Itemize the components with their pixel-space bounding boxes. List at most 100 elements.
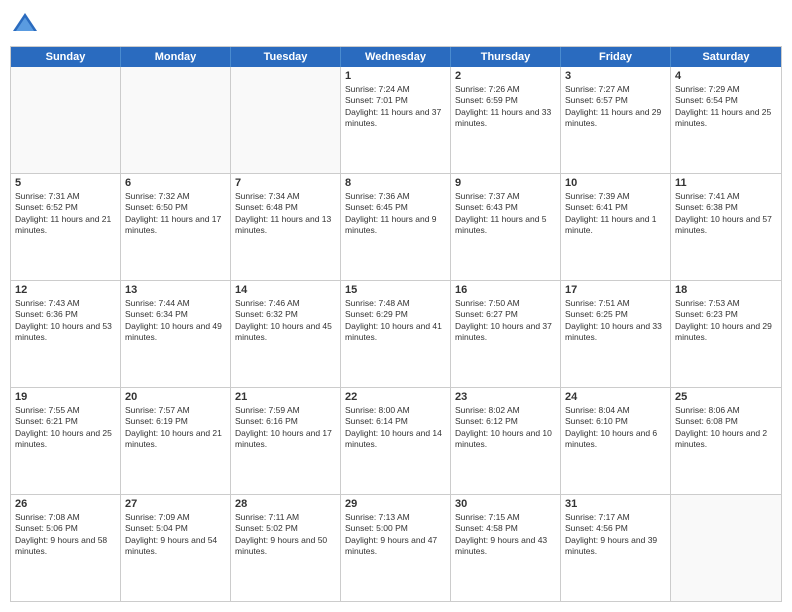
day-number: 29 bbox=[345, 498, 446, 510]
calendar-row-3: 12 Sunrise: 7:43 AM Sunset: 6:36 PM Dayli… bbox=[11, 281, 781, 388]
cal-cell: 1 Sunrise: 7:24 AM Sunset: 7:01 PM Daylig… bbox=[341, 67, 451, 173]
cell-info: Sunrise: 7:13 AM Sunset: 5:00 PM Dayligh… bbox=[345, 512, 446, 558]
cal-cell: 16 Sunrise: 7:50 AM Sunset: 6:27 PM Dayli… bbox=[451, 281, 561, 387]
logo-icon bbox=[10, 10, 40, 40]
cell-info: Sunrise: 7:29 AM Sunset: 6:54 PM Dayligh… bbox=[675, 84, 777, 130]
cal-cell: 5 Sunrise: 7:31 AM Sunset: 6:52 PM Daylig… bbox=[11, 174, 121, 280]
day-number: 2 bbox=[455, 70, 556, 82]
cell-info: Sunrise: 7:17 AM Sunset: 4:56 PM Dayligh… bbox=[565, 512, 666, 558]
day-number: 14 bbox=[235, 284, 336, 296]
cal-cell bbox=[231, 67, 341, 173]
cell-info: Sunrise: 7:53 AM Sunset: 6:23 PM Dayligh… bbox=[675, 298, 777, 344]
day-number: 30 bbox=[455, 498, 556, 510]
cell-info: Sunrise: 7:57 AM Sunset: 6:19 PM Dayligh… bbox=[125, 405, 226, 451]
day-number: 25 bbox=[675, 391, 777, 403]
cal-cell: 8 Sunrise: 7:36 AM Sunset: 6:45 PM Daylig… bbox=[341, 174, 451, 280]
cell-info: Sunrise: 7:24 AM Sunset: 7:01 PM Dayligh… bbox=[345, 84, 446, 130]
cell-info: Sunrise: 7:39 AM Sunset: 6:41 PM Dayligh… bbox=[565, 191, 666, 237]
cell-info: Sunrise: 7:46 AM Sunset: 6:32 PM Dayligh… bbox=[235, 298, 336, 344]
cell-info: Sunrise: 7:34 AM Sunset: 6:48 PM Dayligh… bbox=[235, 191, 336, 237]
header-day-monday: Monday bbox=[121, 47, 231, 67]
cell-info: Sunrise: 8:02 AM Sunset: 6:12 PM Dayligh… bbox=[455, 405, 556, 451]
cell-info: Sunrise: 7:31 AM Sunset: 6:52 PM Dayligh… bbox=[15, 191, 116, 237]
day-number: 6 bbox=[125, 177, 226, 189]
cell-info: Sunrise: 7:09 AM Sunset: 5:04 PM Dayligh… bbox=[125, 512, 226, 558]
cell-info: Sunrise: 7:55 AM Sunset: 6:21 PM Dayligh… bbox=[15, 405, 116, 451]
cal-cell: 17 Sunrise: 7:51 AM Sunset: 6:25 PM Dayli… bbox=[561, 281, 671, 387]
cell-info: Sunrise: 7:44 AM Sunset: 6:34 PM Dayligh… bbox=[125, 298, 226, 344]
cell-info: Sunrise: 7:26 AM Sunset: 6:59 PM Dayligh… bbox=[455, 84, 556, 130]
day-number: 24 bbox=[565, 391, 666, 403]
logo bbox=[10, 10, 44, 40]
cal-cell: 27 Sunrise: 7:09 AM Sunset: 5:04 PM Dayli… bbox=[121, 495, 231, 601]
cell-info: Sunrise: 7:43 AM Sunset: 6:36 PM Dayligh… bbox=[15, 298, 116, 344]
day-number: 12 bbox=[15, 284, 116, 296]
calendar-row-4: 19 Sunrise: 7:55 AM Sunset: 6:21 PM Dayli… bbox=[11, 388, 781, 495]
cal-cell: 11 Sunrise: 7:41 AM Sunset: 6:38 PM Dayli… bbox=[671, 174, 781, 280]
calendar-row-2: 5 Sunrise: 7:31 AM Sunset: 6:52 PM Daylig… bbox=[11, 174, 781, 281]
cell-info: Sunrise: 7:08 AM Sunset: 5:06 PM Dayligh… bbox=[15, 512, 116, 558]
cell-info: Sunrise: 7:51 AM Sunset: 6:25 PM Dayligh… bbox=[565, 298, 666, 344]
header-day-thursday: Thursday bbox=[451, 47, 561, 67]
day-number: 10 bbox=[565, 177, 666, 189]
day-number: 1 bbox=[345, 70, 446, 82]
cal-cell: 22Sunrise: 8:00 AM Sunset: 6:14 PM Dayli… bbox=[341, 388, 451, 494]
day-number: 26 bbox=[15, 498, 116, 510]
cal-cell: 18Sunrise: 7:53 AM Sunset: 6:23 PM Dayli… bbox=[671, 281, 781, 387]
day-number: 17 bbox=[565, 284, 666, 296]
cal-cell: 15Sunrise: 7:48 AM Sunset: 6:29 PM Dayli… bbox=[341, 281, 451, 387]
calendar-row-1: 1 Sunrise: 7:24 AM Sunset: 7:01 PM Daylig… bbox=[11, 67, 781, 174]
cal-cell: 14 Sunrise: 7:46 AM Sunset: 6:32 PM Dayli… bbox=[231, 281, 341, 387]
cal-cell: 24 Sunrise: 8:04 AM Sunset: 6:10 PM Dayli… bbox=[561, 388, 671, 494]
cell-info: Sunrise: 7:59 AM Sunset: 6:16 PM Dayligh… bbox=[235, 405, 336, 451]
day-number: 16 bbox=[455, 284, 556, 296]
cal-cell: 7 Sunrise: 7:34 AM Sunset: 6:48 PM Daylig… bbox=[231, 174, 341, 280]
cal-cell bbox=[11, 67, 121, 173]
cell-info: Sunrise: 7:32 AM Sunset: 6:50 PM Dayligh… bbox=[125, 191, 226, 237]
day-number: 11 bbox=[675, 177, 777, 189]
header bbox=[10, 10, 782, 40]
calendar-body: 1 Sunrise: 7:24 AM Sunset: 7:01 PM Daylig… bbox=[11, 67, 781, 601]
cal-cell: 19 Sunrise: 7:55 AM Sunset: 6:21 PM Dayli… bbox=[11, 388, 121, 494]
page: SundayMondayTuesdayWednesdayThursdayFrid… bbox=[0, 0, 792, 612]
cal-cell: 29 Sunrise: 7:13 AM Sunset: 5:00 PM Dayli… bbox=[341, 495, 451, 601]
cal-cell: 21 Sunrise: 7:59 AM Sunset: 6:16 PM Dayli… bbox=[231, 388, 341, 494]
cal-cell: 26 Sunrise: 7:08 AM Sunset: 5:06 PM Dayli… bbox=[11, 495, 121, 601]
cell-info: Sunrise: 7:36 AM Sunset: 6:45 PM Dayligh… bbox=[345, 191, 446, 237]
cell-info: Sunrise: 8:04 AM Sunset: 6:10 PM Dayligh… bbox=[565, 405, 666, 451]
day-number: 20 bbox=[125, 391, 226, 403]
day-number: 31 bbox=[565, 498, 666, 510]
cell-info: Sunrise: 7:41 AM Sunset: 6:38 PM Dayligh… bbox=[675, 191, 777, 237]
day-number: 8 bbox=[345, 177, 446, 189]
day-number: 27 bbox=[125, 498, 226, 510]
cal-cell: 4 Sunrise: 7:29 AM Sunset: 6:54 PM Daylig… bbox=[671, 67, 781, 173]
calendar-header: SundayMondayTuesdayWednesdayThursdayFrid… bbox=[11, 47, 781, 67]
cell-info: Sunrise: 7:50 AM Sunset: 6:27 PM Dayligh… bbox=[455, 298, 556, 344]
cal-cell: 2 Sunrise: 7:26 AM Sunset: 6:59 PM Daylig… bbox=[451, 67, 561, 173]
cal-cell bbox=[121, 67, 231, 173]
cal-cell: 9 Sunrise: 7:37 AM Sunset: 6:43 PM Daylig… bbox=[451, 174, 561, 280]
cal-cell: 10 Sunrise: 7:39 AM Sunset: 6:41 PM Dayli… bbox=[561, 174, 671, 280]
cell-info: Sunrise: 7:37 AM Sunset: 6:43 PM Dayligh… bbox=[455, 191, 556, 237]
day-number: 5 bbox=[15, 177, 116, 189]
cal-cell: 30Sunrise: 7:15 AM Sunset: 4:58 PM Dayli… bbox=[451, 495, 561, 601]
header-day-tuesday: Tuesday bbox=[231, 47, 341, 67]
cell-info: Sunrise: 7:27 AM Sunset: 6:57 PM Dayligh… bbox=[565, 84, 666, 130]
day-number: 19 bbox=[15, 391, 116, 403]
header-day-friday: Friday bbox=[561, 47, 671, 67]
day-number: 21 bbox=[235, 391, 336, 403]
cal-cell: 28 Sunrise: 7:11 AM Sunset: 5:02 PM Dayli… bbox=[231, 495, 341, 601]
cell-info: Sunrise: 7:11 AM Sunset: 5:02 PM Dayligh… bbox=[235, 512, 336, 558]
cal-cell: 6 Sunrise: 7:32 AM Sunset: 6:50 PM Daylig… bbox=[121, 174, 231, 280]
day-number: 3 bbox=[565, 70, 666, 82]
cal-cell: 31 Sunrise: 7:17 AM Sunset: 4:56 PM Dayli… bbox=[561, 495, 671, 601]
calendar-row-5: 26 Sunrise: 7:08 AM Sunset: 5:06 PM Dayli… bbox=[11, 495, 781, 601]
day-number: 28 bbox=[235, 498, 336, 510]
cal-cell: 12 Sunrise: 7:43 AM Sunset: 6:36 PM Dayli… bbox=[11, 281, 121, 387]
day-number: 7 bbox=[235, 177, 336, 189]
day-number: 9 bbox=[455, 177, 556, 189]
cal-cell: 20 Sunrise: 7:57 AM Sunset: 6:19 PM Dayli… bbox=[121, 388, 231, 494]
day-number: 4 bbox=[675, 70, 777, 82]
day-number: 22 bbox=[345, 391, 446, 403]
cell-info: Sunrise: 7:48 AM Sunset: 6:29 PM Dayligh… bbox=[345, 298, 446, 344]
